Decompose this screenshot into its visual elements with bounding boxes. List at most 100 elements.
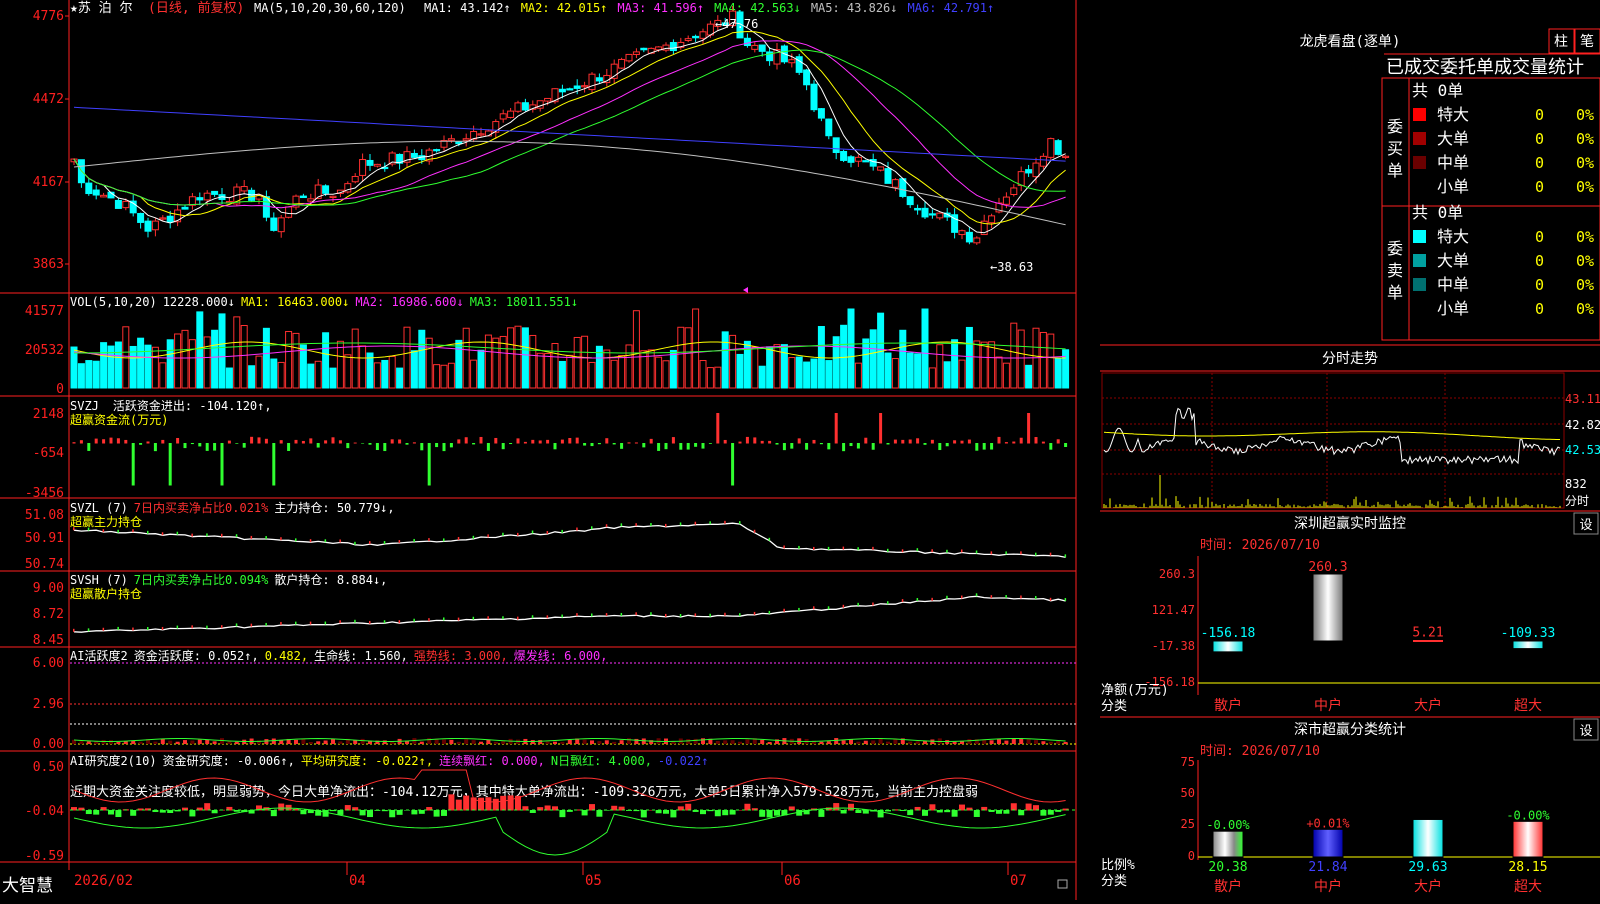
candle-body bbox=[181, 206, 189, 210]
activity-bar bbox=[79, 741, 84, 744]
intraday-price-line bbox=[1103, 407, 1561, 508]
flow-bar bbox=[235, 443, 239, 444]
price-tick: 3863 bbox=[33, 257, 64, 272]
candle-body bbox=[166, 215, 174, 223]
svzl-tick: 50.74 bbox=[25, 557, 64, 572]
app-logo: 大智慧 bbox=[2, 876, 53, 896]
ai-research-comment: 近期大资金关注度较低，明显弱势，今日大单净流出：-104.12万元，其中特大单净… bbox=[70, 784, 978, 800]
classify-bar bbox=[1312, 828, 1344, 858]
candle-body bbox=[684, 38, 692, 41]
candle-body bbox=[618, 58, 626, 69]
holding-tick bbox=[709, 613, 711, 617]
svzj-tick: -3456 bbox=[25, 486, 64, 501]
classify-ylabel: 比例% bbox=[1101, 858, 1135, 873]
activity-bar bbox=[834, 738, 839, 744]
candle-body bbox=[558, 88, 566, 93]
detail-view-button[interactable]: 笔 bbox=[1574, 28, 1600, 54]
activity-bar bbox=[715, 740, 720, 744]
flow-bar bbox=[1027, 413, 1031, 444]
volume-bar bbox=[662, 360, 670, 389]
holding-tick bbox=[546, 530, 549, 534]
flow-bar bbox=[131, 443, 135, 486]
candle-body bbox=[758, 44, 766, 52]
research-bar bbox=[433, 810, 440, 817]
holding-tick bbox=[961, 595, 963, 599]
holding-tick bbox=[827, 606, 830, 610]
holding-tick bbox=[739, 613, 741, 617]
volume-bar bbox=[988, 341, 996, 389]
classify-delta: +0.01% bbox=[1306, 816, 1350, 830]
order-count: 0 bbox=[1535, 178, 1544, 196]
activity-bar bbox=[116, 741, 121, 744]
svg-text:柱: 柱 bbox=[1554, 34, 1568, 50]
main-chart-svg[interactable]: ★苏 泊 尔 (日线, 前复权) MA(5,10,20,30,60,120) M… bbox=[0, 0, 1100, 900]
candle-body bbox=[1010, 187, 1018, 195]
activity-bar bbox=[915, 741, 920, 744]
volume-bar bbox=[388, 355, 396, 389]
holding-tick bbox=[1005, 551, 1007, 555]
flow-bar bbox=[398, 439, 402, 444]
holding-tick bbox=[487, 616, 489, 620]
volume-bar bbox=[521, 327, 529, 389]
candle-body bbox=[1054, 140, 1062, 155]
classify-value: 29.63 bbox=[1408, 860, 1447, 875]
candle-body bbox=[632, 51, 640, 55]
holding-tick bbox=[502, 532, 504, 536]
classify-settings-button[interactable]: 设 bbox=[1573, 718, 1599, 741]
ma-header-values: MA1: 43.142↑ MA2: 42.015↑ MA3: 41.596↑ MA4:… bbox=[424, 1, 994, 15]
candle-body bbox=[906, 196, 914, 206]
volume-bar bbox=[862, 338, 870, 389]
holding-tick bbox=[369, 620, 371, 624]
main-chart-area[interactable]: ★苏 泊 尔 (日线, 前复权) MA(5,10,20,30,60,120) M… bbox=[0, 0, 1100, 900]
flow-bar bbox=[109, 437, 113, 444]
order-label: 小单 bbox=[1437, 299, 1469, 318]
candle-body bbox=[499, 113, 507, 120]
holding-tick bbox=[339, 620, 341, 624]
activity-bar bbox=[234, 741, 239, 744]
volume-bar bbox=[632, 310, 640, 389]
ma-value: MA2: 42.015↑ bbox=[521, 1, 608, 15]
activity-bar bbox=[945, 740, 950, 744]
holding-tick bbox=[87, 527, 90, 531]
research-bar bbox=[759, 810, 766, 817]
ma-line bbox=[73, 21, 1066, 234]
candle-body bbox=[847, 156, 855, 163]
lock-icon[interactable] bbox=[1057, 879, 1068, 889]
flow-bar bbox=[620, 443, 624, 449]
flow-bar bbox=[1041, 441, 1045, 444]
holding-tick bbox=[872, 602, 874, 606]
volume-bar bbox=[1025, 364, 1033, 389]
holding-tick bbox=[354, 541, 356, 545]
activity-bar bbox=[316, 741, 321, 744]
flow-bar bbox=[79, 440, 83, 444]
order-label: 大单 bbox=[1437, 129, 1469, 148]
flow-bar bbox=[1019, 437, 1023, 444]
volume-bar bbox=[544, 352, 552, 389]
bar-view-button[interactable]: 柱 bbox=[1548, 28, 1575, 54]
monitor-settings-button[interactable]: 设 bbox=[1573, 512, 1599, 535]
volume-bar bbox=[766, 346, 774, 389]
volume-bar bbox=[958, 359, 966, 389]
candle-body bbox=[625, 53, 633, 62]
volume-bar bbox=[669, 349, 677, 389]
candle-body bbox=[285, 206, 293, 218]
order-label: 小单 bbox=[1437, 177, 1469, 196]
volume-bar bbox=[854, 362, 862, 389]
holding-tick bbox=[102, 529, 105, 533]
flow-bar bbox=[671, 437, 675, 444]
intraday-tick: 43.11 bbox=[1565, 392, 1600, 406]
activity-bar bbox=[841, 740, 846, 744]
flow-bar bbox=[546, 439, 550, 444]
ai-research-tick: -0.59 bbox=[25, 849, 64, 864]
volume-bar bbox=[914, 353, 922, 389]
order-count: 0 bbox=[1535, 106, 1544, 124]
flow-bar bbox=[590, 443, 594, 447]
flow-bar bbox=[967, 439, 971, 444]
research-bar bbox=[359, 810, 366, 816]
candle-body bbox=[514, 102, 522, 112]
flow-bar bbox=[916, 438, 920, 444]
vol-tick: 41577 bbox=[25, 304, 64, 319]
order-pct: 0% bbox=[1576, 106, 1594, 124]
volume-bar bbox=[381, 359, 389, 389]
holding-tick bbox=[502, 616, 504, 620]
